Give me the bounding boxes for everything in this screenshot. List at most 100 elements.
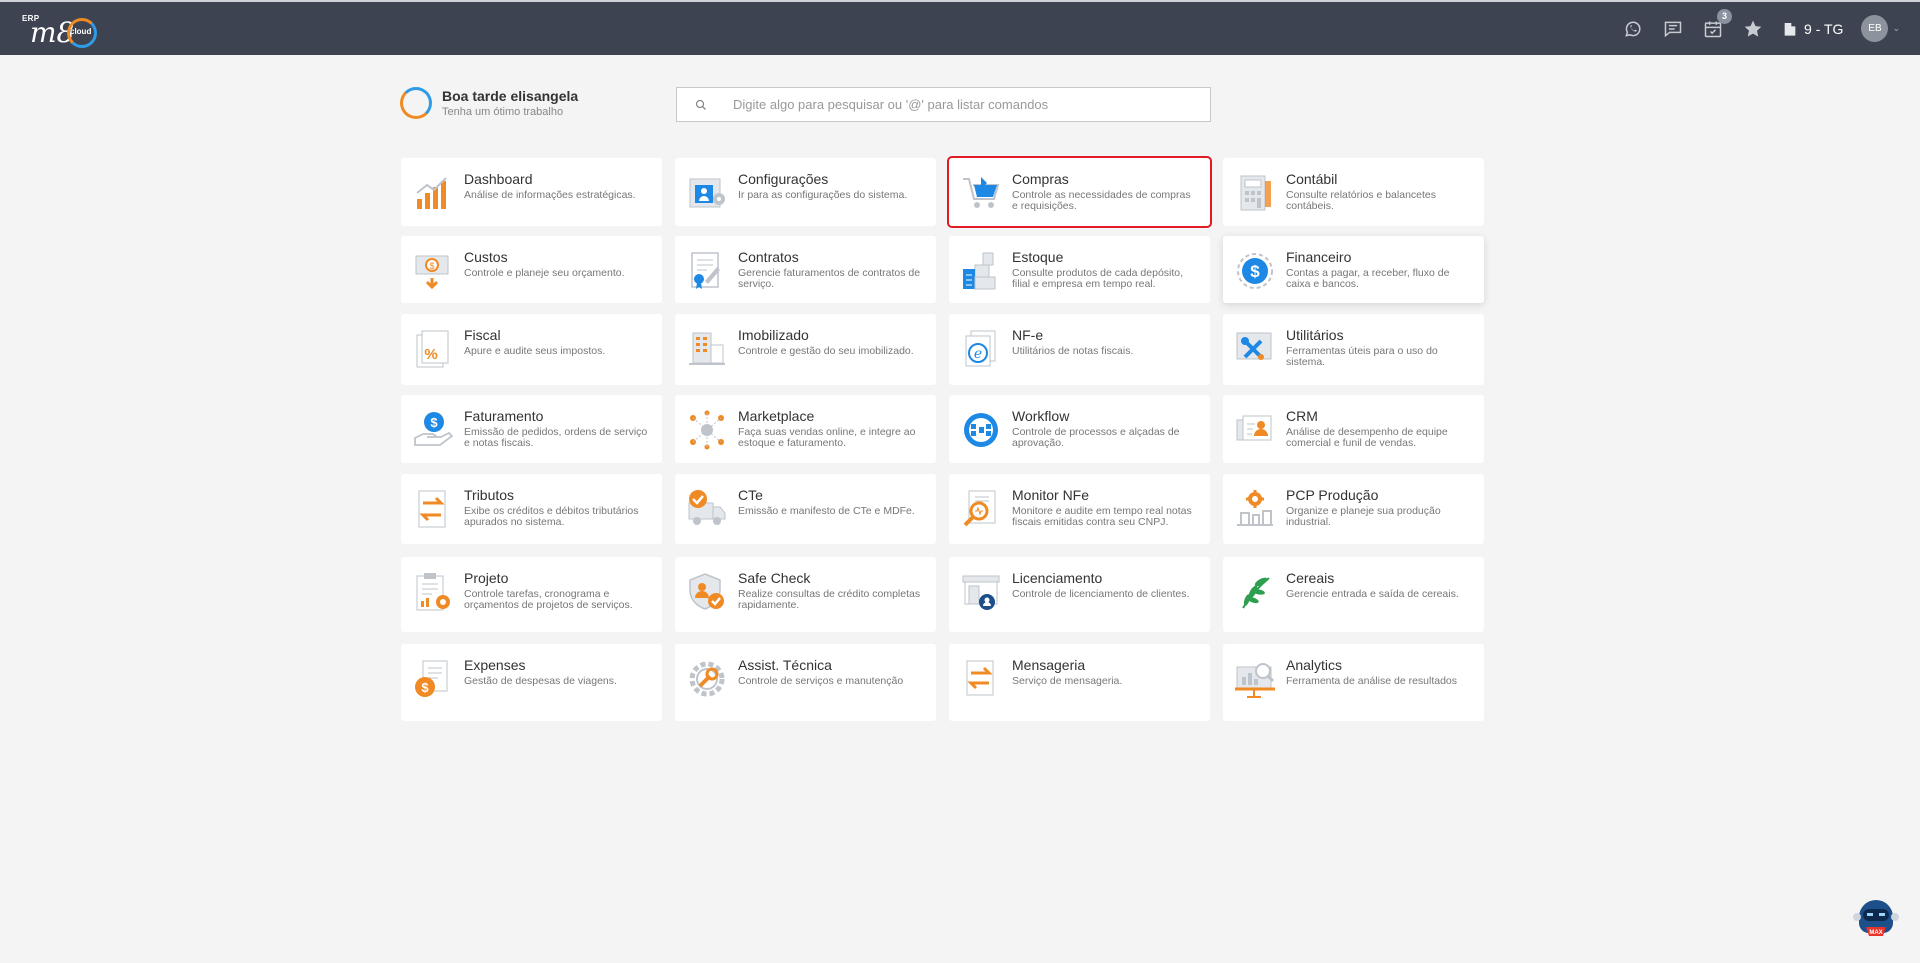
module-card-projeto[interactable]: Projeto Controle tarefas, cronograma e or… — [401, 557, 662, 632]
magnifier-doc-icon — [961, 489, 1001, 529]
module-card-financeiro[interactable]: $ Financeiro Contas a pagar, a receber, fl… — [1223, 236, 1484, 303]
building-icon — [1784, 22, 1796, 36]
network-icon — [687, 410, 727, 450]
analytics-icon — [1235, 659, 1275, 699]
building-icon — [687, 329, 727, 369]
transfer-icon — [413, 489, 453, 529]
module-description: Gestão de despesas de viagens. — [464, 675, 617, 687]
user-menu[interactable]: EB ⌄ — [1861, 15, 1900, 42]
module-card-contabil[interactable]: Contábil Consulte relatórios e balancetes… — [1223, 158, 1484, 226]
module-description: Organize e planeje sua produção industri… — [1286, 505, 1441, 528]
module-title: Licenciamento — [1012, 570, 1103, 586]
calendar-icon[interactable]: 3 — [1702, 8, 1733, 40]
app-logo[interactable]: ERP m8 cloud — [20, 12, 106, 50]
top-bar: ERP m8 cloud 3 9 - TG EB ⌄ — [0, 0, 1920, 55]
hand-dollar-icon: $ — [413, 410, 454, 450]
module-card-cte[interactable]: CTe Emissão e manifesto de CTe e MDFe. — [675, 474, 936, 544]
module-card-safe-check[interactable]: Safe Check Realize consultas de crédito c… — [675, 557, 936, 632]
contract-icon — [687, 251, 727, 291]
module-card-dashboard[interactable]: Dashboard Análise de informações estratég… — [401, 158, 662, 226]
module-description: Controle e planeje seu orçamento. — [464, 267, 625, 279]
svg-text:e: e — [974, 346, 982, 362]
shield-check-icon — [687, 572, 727, 612]
calendar-badge: 3 — [1717, 8, 1733, 24]
module-description: Controle de serviços e manutenção — [738, 675, 904, 687]
module-description: Serviço de mensageria. — [1012, 675, 1123, 687]
module-card-expenses[interactable]: $ Expenses Gestão de despesas de viagens. — [401, 644, 662, 721]
module-description: Apure e audite seus impostos. — [464, 345, 606, 357]
module-title: Analytics — [1286, 657, 1343, 673]
module-card-faturamento[interactable]: $ Faturamento Emissão de pedidos, ordens d… — [401, 395, 662, 463]
module-card-configuracoes[interactable]: Configurações Ir para as configurações do… — [675, 158, 936, 226]
chat-icon[interactable] — [1662, 18, 1684, 40]
module-description: Análise de desempenho de equipe comercia… — [1286, 426, 1448, 449]
module-description: Controle as necessidades de compras e re… — [1012, 189, 1191, 212]
module-description: Utilitários de notas fiscais. — [1012, 345, 1134, 357]
module-card-cereais[interactable]: Cereais Gerencie entrada e saída de cerea… — [1223, 557, 1484, 632]
search-input[interactable] — [733, 97, 1203, 112]
module-description: Controle tarefas, cronograma e orçamento… — [464, 588, 633, 611]
company-name: 9 - TG — [1804, 20, 1844, 37]
bar-chart-icon — [413, 173, 453, 213]
assistant-robot-button[interactable]: MAX — [1851, 893, 1901, 943]
star-icon[interactable] — [1742, 18, 1764, 40]
module-title: Monitor NFe — [1012, 487, 1090, 503]
whatsapp-icon[interactable] — [1622, 18, 1644, 40]
message-transfer-icon — [961, 659, 1001, 699]
module-title: Expenses — [464, 657, 526, 673]
module-description: Controle e gestão do seu imobilizado. — [738, 345, 914, 357]
module-title: Mensageria — [1012, 657, 1086, 673]
module-card-utilitarios[interactable]: Utilitários Ferramentas úteis para o uso … — [1223, 314, 1484, 385]
module-description: Ferramentas úteis para o uso do sistema. — [1286, 345, 1438, 368]
module-title: Custos — [464, 249, 508, 265]
percent-icon: % — [413, 329, 453, 369]
module-card-compras[interactable]: Compras Controle as necessidades de compr… — [947, 156, 1212, 228]
license-icon — [961, 572, 1001, 612]
module-card-crm[interactable]: CRM Análise de desempenho de equipe comer… — [1223, 395, 1484, 463]
module-description: Faça suas vendas online, e integre ao es… — [738, 426, 916, 449]
module-card-nf-e[interactable]: e NF-e Utilitários de notas fiscais. — [949, 314, 1210, 385]
module-card-mensageria[interactable]: Mensageria Serviço de mensageria. — [949, 644, 1210, 721]
company-selector[interactable]: 9 - TG — [1782, 21, 1843, 37]
module-card-contratos[interactable]: Contratos Gerencie faturamentos de contra… — [675, 236, 936, 303]
clipboard-gear-icon — [413, 572, 453, 612]
module-card-monitor-nfe[interactable]: Monitor NFe Monitore e audite em tempo re… — [949, 474, 1210, 544]
module-title: Configurações — [738, 171, 829, 187]
module-card-assist-tecnica[interactable]: Assist. Técnica Controle de serviços e ma… — [675, 644, 936, 721]
boxes-icon — [961, 251, 1001, 291]
module-title: NF-e — [1012, 327, 1044, 343]
dollar-icon: $ — [1235, 251, 1275, 291]
module-card-fiscal[interactable]: % Fiscal Apure e audite seus impostos. — [401, 314, 662, 385]
chevron-down-icon: ⌄ — [1892, 23, 1900, 33]
module-card-analytics[interactable]: Analytics Ferramenta de análise de result… — [1223, 644, 1484, 721]
truck-icon — [687, 489, 727, 529]
module-title: Faturamento — [464, 408, 544, 424]
module-title: Fiscal — [464, 327, 501, 343]
module-description: Emissão de pedidos, ordens de serviço e … — [464, 426, 648, 449]
module-card-marketplace[interactable]: Marketplace Faça suas vendas online, e in… — [675, 395, 936, 463]
module-title: CTe — [738, 487, 763, 503]
svg-text:$: $ — [1250, 262, 1260, 281]
greeting-subtitle: Tenha um ótimo trabalho — [442, 106, 564, 118]
module-card-pcp-producao[interactable]: PCP Produção Organize e planeje sua produ… — [1223, 474, 1484, 544]
money-icon: $ — [413, 251, 453, 291]
module-title: Imobilizado — [738, 327, 809, 343]
search-box[interactable] — [676, 87, 1211, 122]
search-icon — [695, 99, 706, 110]
module-card-estoque[interactable]: Estoque Consulte produtos de cada depósit… — [949, 236, 1210, 303]
module-description: Exibe os créditos e débitos tributários … — [464, 505, 639, 528]
module-card-workflow[interactable]: Workflow Controle de processos e alçadas … — [949, 395, 1210, 463]
module-description: Ferramenta de análise de resultados — [1286, 675, 1458, 687]
module-card-custos[interactable]: $ Custos Controle e planeje seu orçamento. — [401, 236, 662, 303]
module-card-tributos[interactable]: Tributos Exibe os créditos e débitos trib… — [401, 474, 662, 544]
module-description: Gerencie faturamentos de contratos de se… — [738, 267, 921, 290]
nfe-icon: e — [961, 329, 1001, 369]
module-card-licenciamento[interactable]: Licenciamento Controle de licenciamento d… — [949, 557, 1210, 632]
module-description: Contas a pagar, a receber, fluxo de caix… — [1286, 267, 1450, 290]
module-title: Contábil — [1286, 171, 1338, 187]
module-card-imobilizado[interactable]: Imobilizado Controle e gestão do seu imob… — [675, 314, 936, 385]
module-title: CRM — [1286, 408, 1318, 424]
greeting-title: Boa tarde elisangela — [442, 88, 579, 104]
module-title: Estoque — [1012, 249, 1064, 265]
greeting-logo-icon — [400, 87, 432, 119]
